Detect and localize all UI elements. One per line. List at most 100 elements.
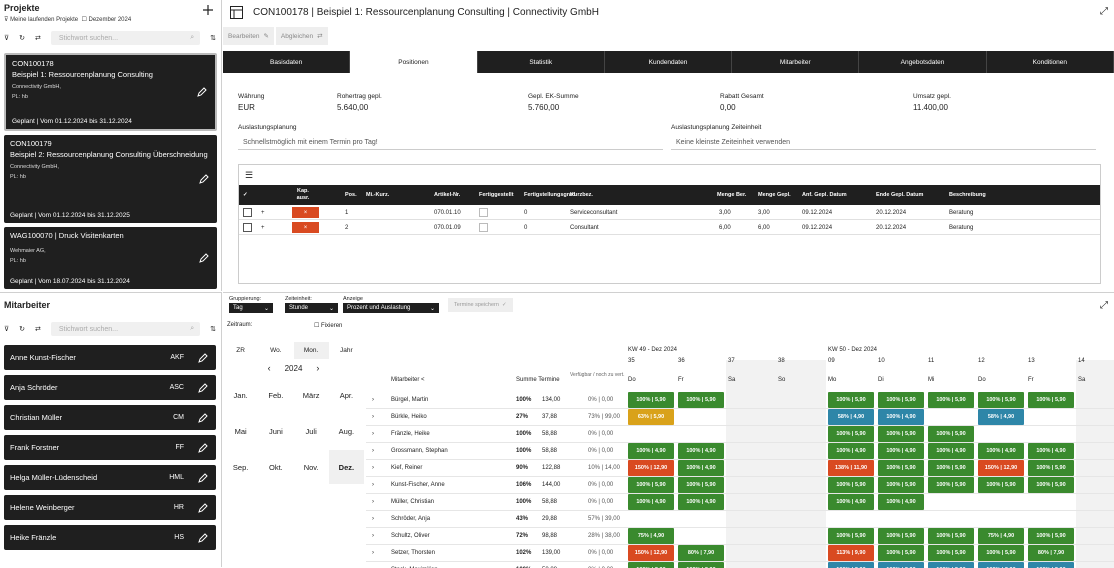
- month-cell[interactable]: Aug.: [329, 414, 364, 448]
- tab-mitarbeiter[interactable]: Mitarbeiter: [732, 51, 860, 73]
- employee-row[interactable]: › Müller, Christian 100% 58,88 0% | 0,00 100%…: [366, 494, 1114, 511]
- table-menu-icon[interactable]: ☰: [245, 170, 253, 181]
- allocation-cell[interactable]: 100% | 5,90: [628, 392, 674, 408]
- allocation-cell[interactable]: 100% | 5,90: [878, 562, 924, 568]
- allocation-cell[interactable]: 100% | 5,90: [928, 392, 974, 408]
- col-employee[interactable]: Mitarbeiter <: [391, 377, 425, 383]
- allocation-cell[interactable]: 100% | 5,90: [828, 477, 874, 493]
- staff-card[interactable]: Helga Müller-Lüdenscheid HML: [4, 465, 216, 490]
- staff-card[interactable]: Anja Schröder ASC: [4, 375, 216, 400]
- tab-konditionen[interactable]: Konditionen: [987, 51, 1114, 73]
- edit-icon[interactable]: [199, 253, 209, 263]
- auslastung-select[interactable]: Schnellstmöglich mit einem Termin pro Ta…: [238, 135, 663, 150]
- expand-row-icon[interactable]: ›: [372, 443, 374, 459]
- employee-row[interactable]: › Kunst-Fischer, Anne 106% 144,00 0% | 0,00 1…: [366, 477, 1114, 494]
- staff-card[interactable]: Anne Kunst-Fischer AKF: [4, 345, 216, 370]
- allocation-cell[interactable]: 80% | 7,90: [1028, 545, 1074, 561]
- swap-icon[interactable]: ⇄: [35, 34, 41, 42]
- next-year-icon[interactable]: ›: [316, 363, 319, 373]
- cal-tab-month[interactable]: Mon.: [293, 342, 329, 359]
- edit-icon[interactable]: [198, 472, 208, 483]
- staff-card[interactable]: Christian Müller CM: [4, 405, 216, 430]
- allocation-cell[interactable]: 150% | 12,90: [628, 545, 674, 561]
- edit-button[interactable]: Bearbeiten ✎: [223, 27, 274, 45]
- completed-checkbox[interactable]: [479, 223, 488, 232]
- expand-row-icon[interactable]: ›: [372, 528, 374, 544]
- expand-row-icon[interactable]: ›: [372, 545, 374, 561]
- allocation-cell[interactable]: 100% | 5,90: [628, 477, 674, 493]
- employee-row[interactable]: › Bürgel, Martin 100% 134,00 0% | 0,00 100% |…: [366, 392, 1114, 409]
- month-cell[interactable]: März: [294, 378, 329, 412]
- allocation-cell[interactable]: 100% | 4,90: [628, 494, 674, 510]
- allocation-cell[interactable]: 100% | 5,90: [978, 562, 1024, 568]
- allocation-cell[interactable]: 113% | 9,90: [828, 545, 874, 561]
- display-dropdown[interactable]: Anzeige Prozent und Auslastung ⌄: [343, 296, 439, 313]
- table-row[interactable]: + × 2 070.01.09 0 Consultant 6,00 6,00 09.12.202…: [239, 221, 1100, 235]
- allocation-cell[interactable]: 100% | 5,90: [978, 392, 1024, 408]
- edit-icon[interactable]: [199, 174, 209, 184]
- edit-icon[interactable]: [198, 352, 208, 363]
- unit-dropdown[interactable]: Zeiteinheit: Stunde ⌄: [285, 296, 338, 313]
- expand-row-icon[interactable]: ›: [372, 460, 374, 476]
- employee-row[interactable]: › Fränzle, Heike 100% 58,88 0% | 0,00 100% | …: [366, 426, 1114, 443]
- month-cell[interactable]: Jan.: [223, 378, 258, 412]
- allocation-cell[interactable]: 100% | 5,90: [828, 392, 874, 408]
- allocation-cell[interactable]: 100% | 4,90: [1028, 443, 1074, 459]
- staff-search-input[interactable]: Stichwort suchen... ⌕: [50, 322, 201, 336]
- table-row[interactable]: + × 1 070.01.10 0 Serviceconsultant 3,00 3,00 09…: [239, 206, 1100, 220]
- allocation-cell[interactable]: 100% | 5,90: [1028, 528, 1074, 544]
- allocation-cell[interactable]: 100% | 5,90: [928, 562, 974, 568]
- project-filter[interactable]: ⊽ Meine laufenden Projekte ☐ Dezember 20…: [4, 16, 131, 23]
- allocation-cell[interactable]: 150% | 12,90: [628, 460, 674, 476]
- expand-row-icon[interactable]: ›: [372, 409, 374, 425]
- cal-tab-week[interactable]: Wo.: [258, 342, 293, 359]
- month-cell[interactable]: Okt.: [258, 450, 293, 484]
- allocation-cell[interactable]: 100% | 5,90: [928, 528, 974, 544]
- save-appointments-button[interactable]: Termine speichern ✓: [448, 298, 513, 312]
- allocation-cell[interactable]: 100% | 5,90: [1028, 460, 1074, 476]
- allocation-cell[interactable]: 80% | 7,90: [678, 545, 724, 561]
- swap-icon[interactable]: ⇄: [35, 325, 41, 333]
- tab-kundendaten[interactable]: Kundendaten: [605, 51, 733, 73]
- project-search-input[interactable]: Stichwort suchen... ⌕: [50, 31, 201, 45]
- employee-row[interactable]: › Stock, Maximilian 100% 58,88 0% | 0,00 100%…: [366, 562, 1114, 568]
- edit-icon[interactable]: [198, 382, 208, 393]
- expand-icon[interactable]: ⤢: [1100, 6, 1108, 17]
- allocation-cell[interactable]: 100% | 4,90: [628, 443, 674, 459]
- expand-icon[interactable]: ⤢: [1100, 300, 1108, 311]
- expand-row-icon[interactable]: +: [261, 206, 265, 219]
- edit-icon[interactable]: [197, 87, 207, 97]
- filter-icon[interactable]: ⊽: [4, 325, 9, 333]
- allocation-cell[interactable]: 100% | 5,90: [678, 477, 724, 493]
- completed-checkbox[interactable]: [479, 208, 488, 217]
- month-cell[interactable]: Juni: [258, 414, 293, 448]
- sort-icon[interactable]: ⇅: [210, 34, 216, 42]
- allocation-cell[interactable]: 100% | 4,90: [678, 460, 724, 476]
- allocation-cell[interactable]: 100% | 5,90: [1028, 392, 1074, 408]
- staff-card[interactable]: Helene Weinberger HR: [4, 495, 216, 520]
- allocation-cell[interactable]: 100% | 5,90: [928, 545, 974, 561]
- fix-checkbox[interactable]: ☐ Fixieren: [314, 322, 342, 329]
- allocation-cell[interactable]: 100% | 5,90: [878, 477, 924, 493]
- tab-basisdaten[interactable]: Basisdaten: [223, 51, 351, 73]
- expand-row-icon[interactable]: ›: [372, 494, 374, 510]
- month-cell[interactable]: Apr.: [329, 378, 364, 412]
- employee-row[interactable]: › Bürkle, Heiko 27% 37,88 73% | 99,00 63% | 5…: [366, 409, 1114, 426]
- month-cell[interactable]: Sep.: [223, 450, 258, 484]
- expand-row-icon[interactable]: ›: [372, 477, 374, 493]
- allocation-cell[interactable]: 100% | 5,90: [928, 460, 974, 476]
- expand-row-icon[interactable]: ›: [372, 426, 374, 442]
- employee-row[interactable]: › Kief, Reiner 90% 122,88 10% | 14,00 150% | …: [366, 460, 1114, 477]
- allocation-cell[interactable]: 100% | 5,90: [628, 562, 674, 568]
- expand-row-icon[interactable]: ›: [372, 562, 374, 568]
- allocation-cell[interactable]: 100% | 5,90: [1028, 562, 1074, 568]
- refresh-icon[interactable]: ↻: [19, 34, 25, 42]
- allocation-cell[interactable]: 100% | 5,90: [678, 562, 724, 568]
- month-cell[interactable]: Feb.: [258, 378, 293, 412]
- expand-row-icon[interactable]: +: [261, 221, 265, 234]
- allocation-cell[interactable]: 100% | 4,90: [678, 443, 724, 459]
- allocation-cell[interactable]: 100% | 5,90: [878, 392, 924, 408]
- allocation-cell[interactable]: 100% | 4,90: [828, 494, 874, 510]
- allocation-cell[interactable]: 100% | 4,90: [678, 494, 724, 510]
- staff-card[interactable]: Frank Forstner FF: [4, 435, 216, 460]
